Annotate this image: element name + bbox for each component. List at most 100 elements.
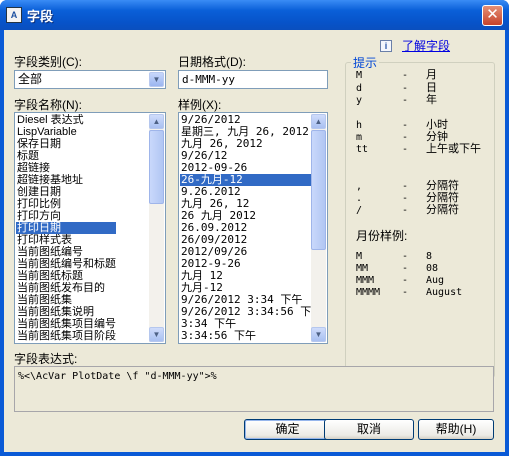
app-icon: A [6,7,22,23]
learn-about-fields-link[interactable]: 了解字段 [402,37,450,54]
scroll-thumb[interactable] [311,130,326,250]
list-item[interactable]: Diesel 表达式 [16,114,116,126]
chevron-down-icon[interactable]: ▼ [149,72,164,87]
hint-desc: 小时 [426,119,448,131]
hint-code: m [356,132,363,143]
hint-dash: - [402,120,409,131]
list-item[interactable]: 2012-09-26 [180,162,322,174]
hint-desc: 上午或下午 [426,143,481,155]
info-icon: i [380,40,392,52]
list-item[interactable]: 当前图纸集说明 [16,306,116,318]
list-item[interactable]: 创建日期 [16,186,116,198]
field-expression-label: 字段表达式: [14,352,78,366]
hint-dash: - [402,95,409,106]
month-value: August [426,287,463,298]
list-item[interactable]: 超链接基地址 [16,174,116,186]
list-item[interactable]: 26.09.2012 [180,222,322,234]
hint-dash: - [402,181,409,192]
list-item[interactable]: 当前图纸编号和标题 [16,258,116,270]
hint-dash: - [402,132,409,143]
list-item[interactable]: 26/09/2012 [180,234,322,246]
list-item[interactable]: 九月-12 [180,282,322,294]
hint-dash: - [402,83,409,94]
month-code: M [356,251,363,262]
list-item[interactable]: 九月 26, 2012 [180,138,322,150]
cancel-button[interactable]: 取消 [324,419,414,440]
list-item[interactable]: 当前图纸标题 [16,270,116,282]
list-item[interactable]: 26 九月 2012 [180,210,322,222]
hint-desc: 分钟 [426,131,448,143]
hints-group [345,62,495,378]
list-item[interactable]: 9/26/12 [180,150,322,162]
field-dialog: A 字段 ✕ 字段类别(C): 全部 ▼ 字段名称(N): Diesel 表达式… [0,0,509,456]
hint-dash: - [402,144,409,155]
samples-scrollbar[interactable]: ▲ ▼ [311,114,326,342]
list-item[interactable]: 打印比例 [16,198,116,210]
ok-button[interactable]: 确定 [244,419,331,440]
list-item[interactable]: 打印日期 [16,222,116,234]
samples-label: 样例(X): [178,98,222,112]
list-item[interactable]: LispVariable [16,126,116,138]
month-dash: - [402,263,409,274]
list-item[interactable]: 9/26/2012 [180,114,322,126]
scroll-down-icon[interactable]: ▼ [311,327,326,342]
list-item[interactable]: 2012/09/26 [180,246,322,258]
hint-dash: - [402,70,409,81]
list-item[interactable]: 当前图纸集项目编号 [16,318,116,330]
hint-desc: 分隔符 [426,180,459,192]
list-item[interactable]: 保存日期 [16,138,116,150]
list-item[interactable]: 九月 26, 12 [180,198,322,210]
window-title: 字段 [27,9,54,24]
list-item[interactable]: 当前图纸集项目阶段 [16,330,116,342]
list-item[interactable]: 9/26/2012 3:34:56 下午 [180,306,322,318]
month-value: 8 [426,251,433,262]
field-names-list[interactable]: Diesel 表达式 LispVariable 保存日期 标题 超链接 超链接基地址 创建日… [14,112,166,344]
hint-code: , [356,181,363,192]
hint-code: tt [356,144,369,155]
hint-code: y [356,95,363,106]
field-category-select[interactable]: 全部 ▼ [14,70,166,89]
scroll-down-icon[interactable]: ▼ [149,327,164,342]
hint-dash: - [402,193,409,204]
scroll-thumb[interactable] [149,130,164,204]
month-dash: - [402,275,409,286]
scroll-up-icon[interactable]: ▲ [311,114,326,129]
field-category-value: 全部 [18,72,43,86]
help-button[interactable]: 帮助(H) [418,419,494,440]
hint-desc: 月 [426,69,437,81]
list-item[interactable]: 标题 [16,150,116,162]
hint-code: / [356,205,363,216]
hint-code: d [356,83,363,94]
field-names-scrollbar[interactable]: ▲ ▼ [149,114,164,342]
date-format-input[interactable]: d-MMM-yy [178,70,328,89]
list-item[interactable]: 3:34 下午 [180,318,322,330]
hints-title: 提示 [351,54,380,71]
list-item[interactable]: 打印方向 [16,210,116,222]
hint-desc: 分隔符 [426,192,459,204]
list-item[interactable]: 2012-9-26 [180,258,322,270]
list-item[interactable]: 9/26/2012 3:34 下午 [180,294,322,306]
field-expression-box: %<\AcVar PlotDate \f "d-MMM-yy">% [14,366,494,412]
list-item[interactable]: 3:34:56 下午 [180,330,322,342]
samples-items: 9/26/2012 星期三, 九月 26, 2012 九月 26, 2012 9/26… [180,114,323,342]
list-item[interactable]: 当前图纸发布目的 [16,282,116,294]
hint-code: h [356,120,363,131]
samples-list[interactable]: 9/26/2012 星期三, 九月 26, 2012 九月 26, 2012 9/26… [178,112,328,344]
dialog-body: 字段类别(C): 全部 ▼ 字段名称(N): Diesel 表达式 LispVar… [4,30,505,452]
list-item[interactable]: 当前图纸编号 [16,246,116,258]
scroll-up-icon[interactable]: ▲ [149,114,164,129]
list-item[interactable]: 星期三, 九月 26, 2012 [180,126,322,138]
list-item[interactable]: 26-九月-12 [180,174,323,186]
hint-dash: - [402,205,409,216]
list-item[interactable]: 打印样式表 [16,234,116,246]
list-item[interactable]: 当前图纸集 [16,294,116,306]
list-item[interactable]: 超链接 [16,162,116,174]
list-item[interactable]: 九月 12 [180,270,322,282]
field-names-label: 字段名称(N): [14,98,82,112]
field-category-label: 字段类别(C): [14,55,82,69]
title-bar[interactable]: A 字段 ✕ [0,0,509,30]
list-item[interactable]: 9.26.2012 [180,186,322,198]
hint-code: M [356,70,363,81]
close-button[interactable]: ✕ [482,5,503,26]
month-code: MMMM [356,287,381,298]
